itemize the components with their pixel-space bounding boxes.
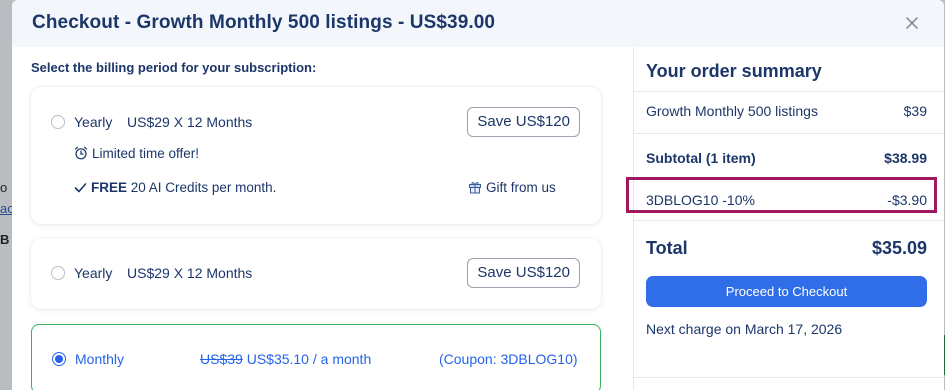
divider — [634, 133, 944, 134]
plan-price: US$39 US$35.10 / a month — [200, 351, 371, 367]
divider — [634, 377, 944, 378]
plan-price: US$29 X 12 Months — [127, 265, 253, 281]
coupon-note: (Coupon: 3DBLOG10) — [439, 351, 578, 367]
billing-pane: Select the billing period for your subsc… — [12, 47, 633, 390]
limited-offer-line: Limited time offer! — [74, 146, 199, 163]
subtotal-label: Subtotal (1 item) — [646, 150, 756, 166]
save-badge-button[interactable]: Save US$120 — [467, 107, 580, 137]
plan-option-yearly[interactable]: Yearly US$29 X 12 Months Save US$120 — [31, 238, 601, 309]
alarm-clock-icon — [74, 146, 88, 163]
background-text-fragment: B — [0, 232, 10, 247]
original-price: US$39 — [200, 351, 243, 367]
plan-radio[interactable] — [51, 115, 65, 129]
proceed-to-checkout-button[interactable]: Proceed to Checkout — [646, 276, 927, 307]
close-button[interactable] — [902, 13, 922, 33]
gift-text: Gift from us — [486, 180, 556, 195]
billing-prompt: Select the billing period for your subsc… — [31, 60, 317, 75]
order-summary-pane: Your order summary Growth Monthly 500 li… — [634, 47, 944, 390]
ai-credits-line: FREE 20 AI Credits per month. — [74, 180, 276, 197]
total-label: Total — [646, 238, 688, 258]
save-badge-button[interactable]: Save US$120 — [467, 258, 580, 288]
plan-option-monthly[interactable]: Monthly US$39 US$35.10 / a month (Coupon… — [31, 324, 601, 390]
subtotal-row: Subtotal (1 item) $38.99 — [646, 150, 927, 166]
total-value: $35.09 — [871, 238, 927, 258]
close-icon — [906, 17, 918, 29]
summary-title: Your order summary — [646, 61, 822, 81]
plan-radio-selected[interactable] — [52, 352, 66, 366]
summary-item-row: Growth Monthly 500 listings $39 — [646, 103, 927, 119]
plan-price: US$29 X 12 Months — [127, 114, 253, 130]
modal-title: Checkout - Growth Monthly 500 listings -… — [32, 12, 496, 33]
credits-free-label: FREE — [91, 180, 128, 195]
item-value: $39 — [903, 103, 927, 119]
plan-name: Monthly — [75, 351, 125, 367]
next-charge-text: Next charge on March 17, 2026 — [646, 321, 843, 337]
coupon-highlight-box — [626, 177, 937, 213]
gift-icon — [468, 180, 482, 197]
plan-option-yearly-offer[interactable]: Yearly US$29 X 12 Months Save US$120 Lim… — [31, 87, 601, 224]
plan-name: Yearly — [74, 265, 113, 281]
modal-header: Checkout - Growth Monthly 500 listings -… — [12, 0, 944, 47]
plan-name: Yearly — [74, 114, 113, 130]
divider — [634, 91, 944, 92]
divider — [634, 220, 944, 221]
discounted-price: US$35.10 / a month — [246, 351, 372, 367]
total-row: Total $35.09 — [646, 238, 927, 259]
subtotal-value: $38.99 — [884, 150, 927, 166]
check-icon — [74, 181, 87, 197]
credits-text: 20 AI Credits per month. — [130, 180, 277, 195]
background-text-fragment: o — [0, 180, 8, 195]
item-label: Growth Monthly 500 listings — [646, 103, 818, 119]
gift-line: Gift from us — [468, 180, 556, 197]
limited-offer-text: Limited time offer! — [92, 146, 200, 161]
plan-radio[interactable] — [51, 266, 65, 280]
